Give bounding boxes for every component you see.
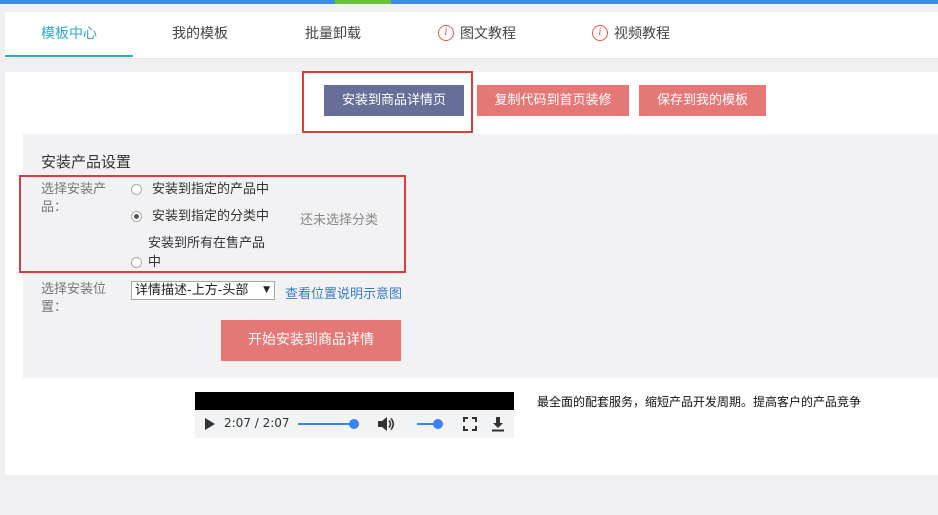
- save-template-button[interactable]: 保存到我的模板: [639, 85, 766, 116]
- settings-title: 安装产品设置: [41, 153, 132, 171]
- volume-icon[interactable]: [377, 416, 395, 432]
- radio-specified-category[interactable]: [131, 211, 142, 222]
- radio-specified-category-label[interactable]: 安装到指定的分类中: [152, 208, 269, 226]
- video-time: 2:07 / 2:07: [224, 416, 290, 430]
- tab-image-tutorial[interactable]: i 图文教程: [438, 12, 516, 57]
- video-controls: 2:07 / 2:07: [195, 410, 514, 438]
- video-area[interactable]: [195, 392, 514, 410]
- radio-all-products-label[interactable]: 安装到所有在售产品: [148, 235, 265, 253]
- tab-bar: 模板中心 我的模板 批量卸载 i 图文教程 i 视频教程: [5, 12, 938, 59]
- top-strip: [0, 0, 938, 4]
- top-strip-accent: [335, 0, 391, 4]
- position-select-value: 详情描述-上方-头部: [135, 283, 249, 298]
- play-icon[interactable]: [205, 418, 215, 430]
- radio-specified-products[interactable]: [131, 184, 142, 195]
- tab-label: 模板中心: [41, 26, 97, 42]
- install-to-detail-button[interactable]: 安装到商品详情页: [324, 85, 464, 116]
- position-help-link[interactable]: 查看位置说明示意图: [285, 283, 402, 302]
- progress-thumb[interactable]: [349, 419, 359, 429]
- tab-label: 我的模板: [172, 26, 228, 42]
- copy-code-button[interactable]: 复制代码到首页装修: [477, 85, 629, 116]
- radio-specified-products-label[interactable]: 安装到指定的产品中: [152, 181, 269, 199]
- tab-my-templates[interactable]: 我的模板: [172, 12, 228, 57]
- tab-video-tutorial[interactable]: i 视频教程: [592, 12, 670, 57]
- no-category-text: 还未选择分类: [300, 213, 379, 228]
- position-select[interactable]: 详情描述-上方-头部 ▼: [131, 281, 275, 300]
- tab-label: 图文教程: [460, 26, 516, 42]
- radio-all-products[interactable]: [131, 257, 142, 268]
- chevron-down-icon: ▼: [263, 285, 270, 295]
- tab-label: 批量卸载: [305, 26, 361, 42]
- volume-thumb[interactable]: [433, 419, 443, 429]
- tab-batch-uninstall[interactable]: 批量卸载: [305, 12, 361, 57]
- product-field-label: 选择安装产品：: [41, 182, 107, 215]
- tab-template-center[interactable]: 模板中心: [5, 12, 133, 57]
- download-icon[interactable]: [491, 416, 505, 432]
- tab-label: 视频教程: [614, 26, 670, 42]
- fullscreen-icon[interactable]: [463, 417, 477, 431]
- progress-bar[interactable]: [298, 423, 354, 425]
- start-install-button[interactable]: 开始安装到商品详情: [221, 320, 401, 361]
- info-icon: i: [438, 25, 454, 41]
- promo-text: 最全面的配套服务，缩短产品开发周期。提高客户的产品竞争: [537, 395, 862, 409]
- position-field-label: 选择安装位置：: [41, 282, 107, 315]
- info-icon: i: [592, 25, 608, 41]
- radio-all-products-label-line2[interactable]: 中: [148, 254, 161, 272]
